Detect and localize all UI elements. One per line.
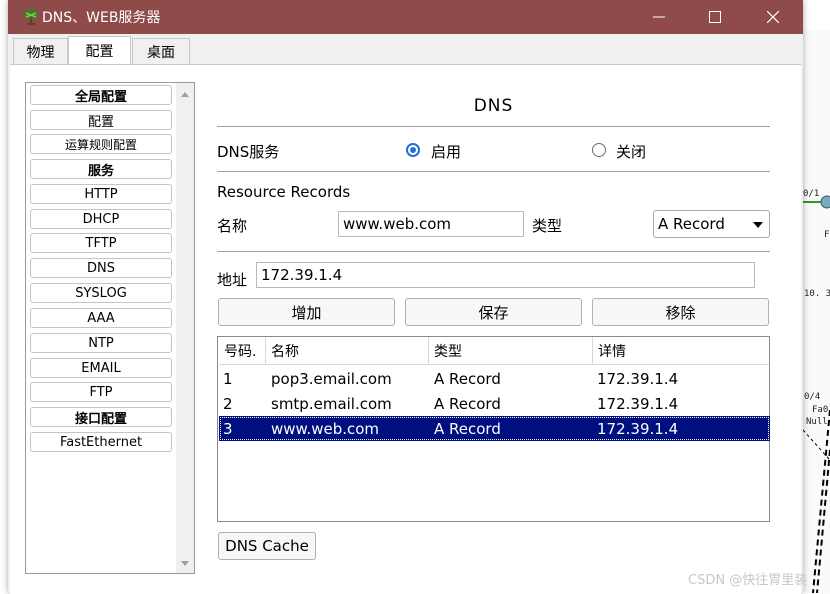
sidebar-item-algorithm[interactable]: 运算规则配置 xyxy=(30,134,172,154)
sidebar-item-dns[interactable]: DNS xyxy=(30,258,172,278)
dns-on-label[interactable]: 启用 xyxy=(431,141,461,162)
sidebar-item-fastethernet[interactable]: FastEthernet xyxy=(30,432,172,452)
table-row-selected[interactable]: 3 www.web.com A Record 172.39.1.4 xyxy=(219,416,770,441)
type-select[interactable]: A Record xyxy=(653,210,770,238)
tab-bar: 物理 配置 桌面 xyxy=(8,34,803,65)
cell-number: 3 xyxy=(223,419,233,438)
address-label: 地址 xyxy=(217,271,248,289)
bg-device-label: F xyxy=(824,230,830,240)
dns-service-label: DNS服务 xyxy=(217,143,280,161)
chevron-down-icon xyxy=(753,222,763,228)
cell-name: www.web.com xyxy=(271,419,380,438)
column-header-type[interactable]: 类型 xyxy=(429,337,593,365)
close-button[interactable] xyxy=(744,0,802,34)
cell-detail: 172.39.1.4 xyxy=(597,419,679,438)
bg-port-label: Fa0 xyxy=(812,405,829,415)
cell-type: A Record xyxy=(434,419,501,438)
close-icon xyxy=(767,11,779,23)
divider xyxy=(217,126,770,127)
sidebar-item-tftp[interactable]: TFTP xyxy=(30,233,172,253)
cell-type: A Record xyxy=(434,394,501,413)
dns-cache-button[interactable]: DNS Cache xyxy=(218,532,316,560)
tab-physical[interactable]: 物理 xyxy=(13,38,68,64)
window-title: DNS、WEB服务器 xyxy=(42,10,161,26)
bg-null-label: Null xyxy=(806,417,828,427)
name-input[interactable]: www.web.com xyxy=(338,211,524,237)
cell-detail: 172.39.1.4 xyxy=(597,394,679,413)
column-header-name[interactable]: 名称 xyxy=(266,337,429,365)
sidebar-scrollbar[interactable] xyxy=(176,83,194,573)
table-row[interactable]: 2 smtp.email.com A Record 172.39.1.4 xyxy=(219,391,770,416)
divider xyxy=(217,251,770,252)
sidebar-header-services: 服务 xyxy=(30,159,172,179)
bg-port-label: 0/4 xyxy=(804,392,821,402)
cell-detail: 172.39.1.4 xyxy=(597,369,679,388)
cell-type: A Record xyxy=(434,369,501,388)
page-title: DNS xyxy=(473,96,514,116)
dns-on-radio[interactable] xyxy=(406,143,420,157)
tab-config[interactable]: 配置 xyxy=(68,36,131,65)
sidebar-item-dhcp[interactable]: DHCP xyxy=(30,209,172,229)
sidebar-item-aaa[interactable]: AAA xyxy=(30,308,172,328)
sidebar-item-syslog[interactable]: SYSLOG xyxy=(30,283,172,303)
column-header-number[interactable]: 号码. xyxy=(219,337,266,365)
scroll-arrows-icon xyxy=(181,92,189,566)
address-input[interactable]: 172.39.1.4 xyxy=(256,262,755,288)
server-app-icon xyxy=(24,9,38,25)
cell-name: smtp.email.com xyxy=(271,394,392,413)
sidebar-item-settings[interactable]: 配置 xyxy=(30,110,172,130)
type-label: 类型 xyxy=(532,217,563,235)
dns-off-label[interactable]: 关闭 xyxy=(616,141,646,162)
cell-number: 2 xyxy=(223,394,233,413)
save-button[interactable]: 保存 xyxy=(405,298,582,326)
watermark: CSDN @快往胃里装 xyxy=(688,573,808,588)
bg-port-label: 0/1 xyxy=(803,189,820,199)
topology-links-icon xyxy=(803,195,830,593)
dns-off-radio[interactable] xyxy=(592,143,606,157)
maximize-icon xyxy=(709,11,721,23)
add-button[interactable]: 增加 xyxy=(218,298,395,326)
name-label: 名称 xyxy=(217,217,248,235)
records-table: 号码. 名称 类型 详情 1 pop3.email.com A Record 1… xyxy=(217,336,770,522)
sidebar-header-global: 全局配置 xyxy=(30,85,172,105)
minimize-button[interactable] xyxy=(630,0,688,34)
background-topology xyxy=(803,30,830,593)
sidebar-item-ftp[interactable]: FTP xyxy=(30,382,172,402)
bg-ip-label: 10. 39 xyxy=(804,289,830,299)
maximize-button[interactable] xyxy=(686,0,744,34)
sidebar-item-ntp[interactable]: NTP xyxy=(30,333,172,353)
config-sidebar[interactable]: 全局配置 配置 运算规则配置 服务 HTTP DHCP TFTP DNS SYS… xyxy=(25,82,195,574)
minimize-icon xyxy=(653,16,665,18)
resource-records-heading: Resource Records xyxy=(217,183,351,201)
column-header-detail[interactable]: 详情 xyxy=(593,337,769,365)
type-select-value: A Record xyxy=(658,215,725,233)
remove-button[interactable]: 移除 xyxy=(592,298,769,326)
divider xyxy=(217,171,770,172)
sidebar-item-email[interactable]: EMAIL xyxy=(30,358,172,378)
tab-desktop[interactable]: 桌面 xyxy=(132,38,190,64)
table-row[interactable]: 1 pop3.email.com A Record 172.39.1.4 xyxy=(219,366,770,391)
sidebar-item-http[interactable]: HTTP xyxy=(30,184,172,204)
title-bar[interactable]: DNS、WEB服务器 xyxy=(8,0,803,34)
cell-number: 1 xyxy=(223,369,233,388)
cell-name: pop3.email.com xyxy=(271,369,392,388)
sidebar-header-interfaces: 接口配置 xyxy=(30,407,172,427)
